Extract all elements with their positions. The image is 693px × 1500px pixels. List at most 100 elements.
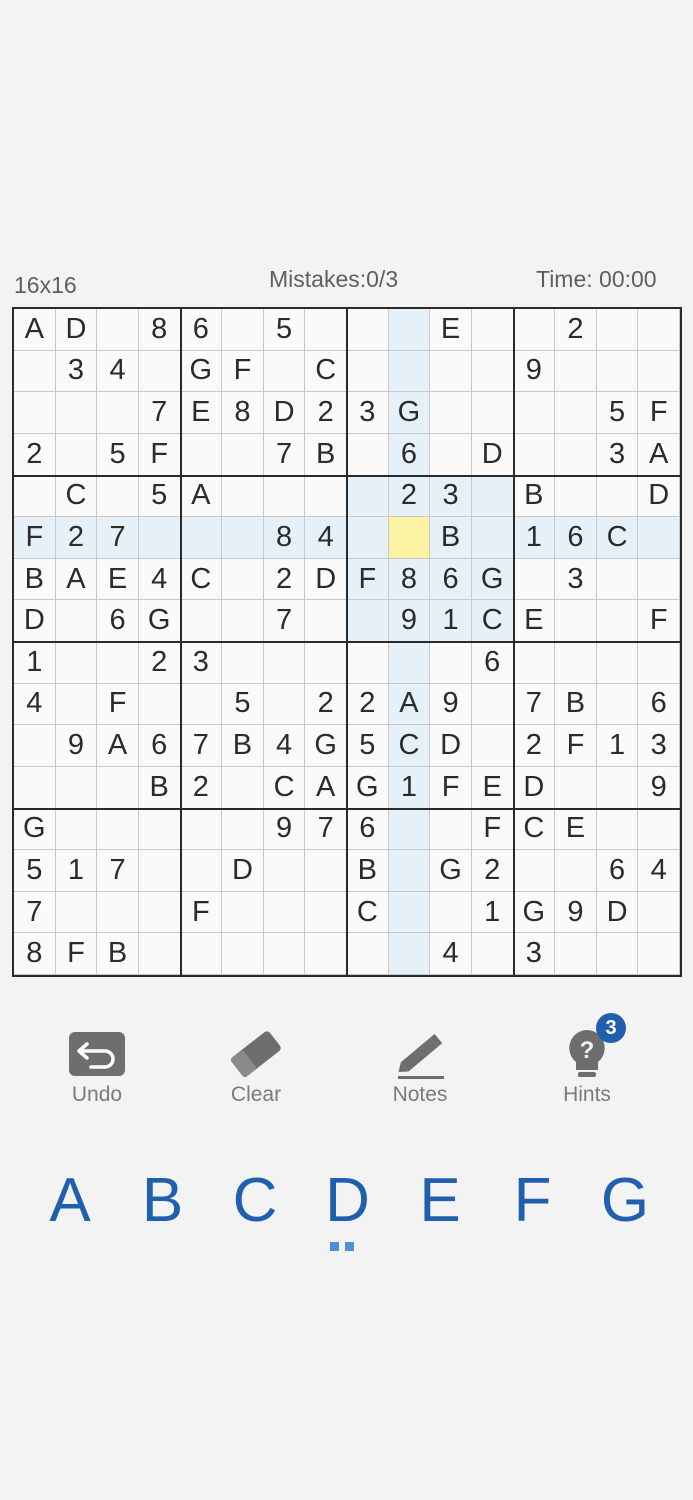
sudoku-cell[interactable]: 1 [471, 891, 514, 934]
sudoku-cell[interactable]: 1 [513, 517, 556, 559]
sudoku-cell[interactable] [138, 850, 181, 892]
sudoku-cell[interactable]: F [471, 808, 514, 851]
sudoku-cell[interactable]: 2 [55, 517, 98, 559]
sudoku-cell[interactable]: A [97, 725, 139, 767]
sudoku-cell[interactable] [305, 600, 347, 642]
sudoku-cell[interactable]: E [180, 392, 223, 434]
sudoku-cell[interactable] [471, 725, 514, 767]
sudoku-cell[interactable] [596, 766, 639, 809]
sudoku-cell[interactable]: A [55, 558, 98, 601]
sudoku-cell[interactable] [55, 392, 98, 434]
sudoku-cell[interactable] [347, 475, 389, 518]
letter-key-a[interactable]: A [25, 1165, 115, 1245]
sudoku-cell[interactable]: 3 [555, 558, 597, 601]
sudoku-cell[interactable]: D [222, 850, 264, 892]
sudoku-cell[interactable] [305, 475, 347, 518]
sudoku-cell[interactable]: 4 [638, 850, 680, 892]
sudoku-cell[interactable]: 2 [305, 683, 347, 726]
sudoku-cell[interactable] [388, 309, 431, 351]
sudoku-cell[interactable]: 1 [430, 600, 472, 642]
sudoku-cell[interactable]: 7 [263, 600, 306, 642]
sudoku-cell[interactable] [513, 850, 556, 892]
sudoku-cell[interactable] [222, 558, 264, 601]
sudoku-cell[interactable]: 7 [138, 392, 181, 434]
sudoku-cell[interactable] [138, 891, 181, 934]
sudoku-cell[interactable] [180, 433, 223, 476]
sudoku-cell[interactable] [555, 350, 597, 393]
sudoku-cell[interactable]: F [638, 600, 680, 642]
sudoku-cell[interactable]: 9 [513, 350, 556, 393]
sudoku-cell[interactable] [555, 642, 597, 684]
sudoku-cell[interactable]: 6 [638, 683, 680, 726]
sudoku-cell[interactable] [596, 683, 639, 726]
sudoku-cell[interactable] [305, 309, 347, 351]
sudoku-cell[interactable]: G [138, 600, 181, 642]
sudoku-cell[interactable] [97, 309, 139, 351]
sudoku-cell[interactable] [513, 392, 556, 434]
sudoku-cell[interactable] [388, 891, 431, 934]
sudoku-cell[interactable]: 2 [180, 766, 223, 809]
sudoku-cell[interactable] [430, 392, 472, 434]
sudoku-cell[interactable]: F [430, 766, 472, 809]
sudoku-cell[interactable]: D [638, 475, 680, 518]
sudoku-cell[interactable]: 9 [388, 600, 431, 642]
sudoku-cell[interactable]: B [555, 683, 597, 726]
sudoku-cell[interactable]: 8 [388, 558, 431, 601]
sudoku-cell[interactable]: 8 [222, 392, 264, 434]
sudoku-cell[interactable] [222, 517, 264, 559]
sudoku-cell[interactable] [388, 350, 431, 393]
sudoku-cell[interactable] [596, 600, 639, 642]
sudoku-cell[interactable]: 3 [347, 392, 389, 434]
sudoku-cell[interactable]: 2 [263, 558, 306, 601]
sudoku-cell[interactable] [55, 891, 98, 934]
sudoku-cell[interactable]: C [596, 517, 639, 559]
sudoku-cell[interactable]: 9 [430, 683, 472, 726]
sudoku-cell[interactable]: C [180, 558, 223, 601]
sudoku-cell[interactable]: 5 [222, 683, 264, 726]
hints-button[interactable]: ? 3 Hints [532, 1013, 642, 1107]
sudoku-cell[interactable] [347, 642, 389, 684]
sudoku-cell[interactable]: 4 [305, 517, 347, 559]
sudoku-cell[interactable] [55, 600, 98, 642]
sudoku-cell[interactable] [14, 350, 56, 393]
sudoku-cell[interactable]: 1 [388, 766, 431, 809]
sudoku-cell[interactable]: 2 [138, 642, 181, 684]
sudoku-cell[interactable]: A [388, 683, 431, 726]
sudoku-cell[interactable] [388, 808, 431, 851]
sudoku-cell[interactable] [513, 642, 556, 684]
sudoku-cell[interactable] [222, 933, 264, 975]
sudoku-cell[interactable]: C [347, 891, 389, 934]
sudoku-cell[interactable] [471, 683, 514, 726]
sudoku-cell[interactable]: 4 [430, 933, 472, 975]
sudoku-cell[interactable] [263, 850, 306, 892]
sudoku-cell[interactable] [222, 433, 264, 476]
sudoku-cell[interactable]: F [180, 891, 223, 934]
sudoku-cell[interactable]: B [347, 850, 389, 892]
sudoku-cell[interactable]: 5 [138, 475, 181, 518]
sudoku-cell[interactable]: B [305, 433, 347, 476]
letter-key-b[interactable]: B [118, 1165, 208, 1245]
sudoku-cell[interactable]: 2 [471, 850, 514, 892]
sudoku-cell[interactable]: 8 [14, 933, 56, 975]
sudoku-cell[interactable]: G [388, 392, 431, 434]
sudoku-cell[interactable] [222, 600, 264, 642]
sudoku-cell[interactable] [430, 891, 472, 934]
sudoku-cell[interactable]: A [305, 766, 347, 809]
sudoku-cell[interactable]: D [513, 766, 556, 809]
sudoku-cell[interactable] [596, 642, 639, 684]
sudoku-cell[interactable] [97, 475, 139, 518]
sudoku-cell[interactable] [55, 433, 98, 476]
letter-key-c[interactable]: C [210, 1165, 300, 1245]
sudoku-cell[interactable]: 4 [263, 725, 306, 767]
sudoku-cell[interactable]: 2 [513, 725, 556, 767]
sudoku-cell[interactable]: B [138, 766, 181, 809]
sudoku-cell[interactable]: 6 [555, 517, 597, 559]
sudoku-cell[interactable] [596, 558, 639, 601]
sudoku-cell[interactable]: D [305, 558, 347, 601]
sudoku-cell[interactable]: C [305, 350, 347, 393]
sudoku-cell[interactable] [555, 933, 597, 975]
sudoku-cell[interactable] [222, 309, 264, 351]
sudoku-cell[interactable] [555, 433, 597, 476]
sudoku-cell[interactable] [596, 808, 639, 851]
sudoku-cell[interactable] [347, 350, 389, 393]
